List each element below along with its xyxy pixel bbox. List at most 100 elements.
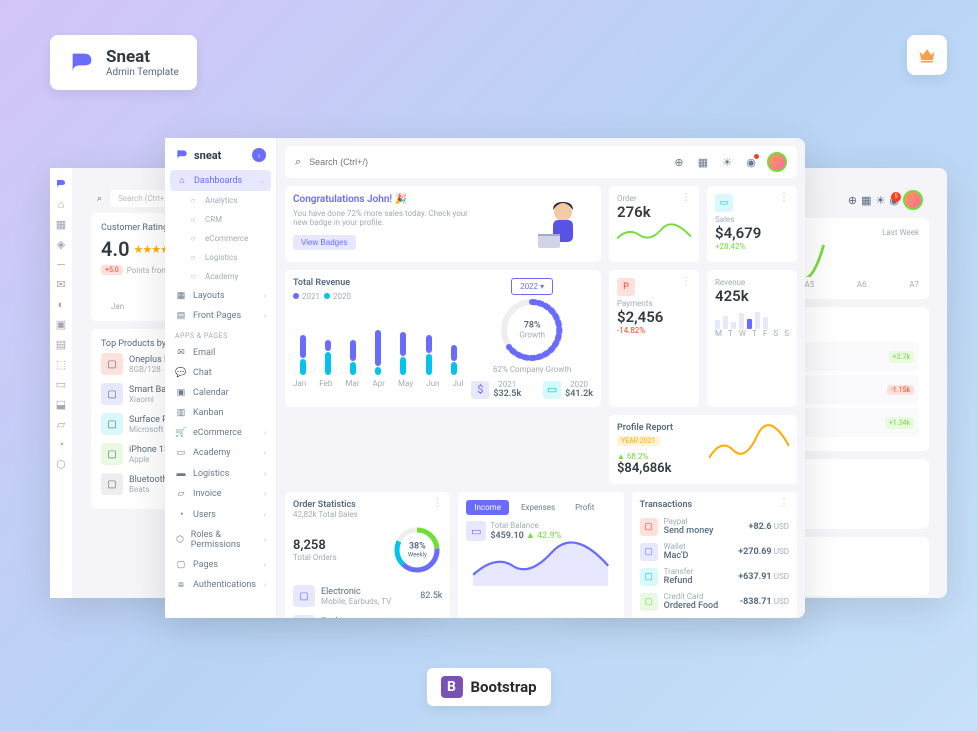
more-icon[interactable]: ⋮	[681, 192, 691, 203]
sidebar-section: APPS & PAGES	[165, 326, 276, 343]
payments-delta: -14.82%	[617, 326, 691, 335]
order-donut: 38%Weekly	[392, 525, 442, 575]
wallet-icon: ▭	[715, 194, 733, 212]
sidebar-item-academy[interactable]: ▭Academy›	[165, 443, 276, 463]
sidebar-item-layouts[interactable]: ▦Layouts›	[165, 286, 276, 306]
sidebar-item-ecommerce[interactable]: ○eCommerce	[165, 229, 276, 248]
profile-sparkline	[709, 423, 789, 473]
cart-icon[interactable]: ⬚	[55, 358, 67, 370]
transaction-row: ▢WalletMac'D+270.69 USD	[640, 539, 789, 564]
tab-expenses[interactable]: Expenses	[513, 500, 563, 515]
bell-icon[interactable]: ◉	[743, 154, 759, 170]
kanban-icon[interactable]: ▤	[55, 338, 67, 350]
main-dashboard: sneat ‹ ⌂Dashboards⌄○Analytics○CRM○eComm…	[165, 138, 805, 618]
more-icon[interactable]: ⋮	[432, 498, 442, 509]
more-icon[interactable]: ⋮	[681, 276, 691, 287]
company-growth: 62% Company Growth	[471, 365, 593, 374]
sidebar: sneat ‹ ⌂Dashboards⌄○Analytics○CRM○eComm…	[165, 138, 277, 618]
tab-income[interactable]: Income	[466, 500, 509, 515]
month-label: Feb	[319, 379, 332, 388]
sidebar-item-kanban[interactable]: ▥Kanban	[165, 403, 276, 423]
sneat-icon	[175, 148, 189, 162]
congrats-card: Congratulations John! 🎉 You have done 72…	[285, 186, 601, 262]
bell-icon[interactable]: ◉5	[889, 194, 899, 207]
main-content: ⌕ ⊕ ▦ ☀ ◉ Congratulations John! 🎉 You ha…	[277, 138, 805, 618]
order-statistics-card: ⋮ Order Statistics 42,82k Total Sales 8,…	[285, 492, 450, 618]
revenue-value: 425k	[715, 287, 789, 305]
order-label: Order	[617, 194, 691, 203]
sidebar-item-calendar[interactable]: ▣Calendar	[165, 383, 276, 403]
profile-report-value: $84,686k	[617, 461, 673, 476]
rating-delta: +5.0	[101, 265, 123, 275]
y21-label: 2021	[493, 380, 521, 389]
order-stats-title: Order Statistics	[293, 500, 442, 510]
sidebar-collapse-button[interactable]: ‹	[252, 148, 266, 162]
user-avatar[interactable]	[767, 152, 787, 172]
weekday-label: T	[728, 329, 733, 338]
month-label: Jun	[426, 379, 439, 388]
sidebar-item-ecommerce[interactable]: 🛒eCommerce›	[165, 423, 276, 443]
sales-label: Sales	[715, 215, 789, 224]
book-icon[interactable]: ▭	[55, 378, 67, 390]
calendar-icon[interactable]: ▣	[55, 318, 67, 330]
layout-icon[interactable]: ▦	[55, 218, 67, 230]
grid-icon[interactable]: ▦	[861, 194, 871, 207]
weekday-label: M	[715, 329, 722, 338]
home-icon[interactable]: ⌂	[55, 198, 67, 210]
y20-value: $41.2k	[565, 389, 593, 399]
month-label: Apr	[373, 379, 385, 388]
sidebar-item-authentications[interactable]: ⧈Authentications›	[165, 575, 276, 595]
more-icon[interactable]: ⋮	[779, 498, 789, 509]
grid-icon[interactable]: ▦	[695, 154, 711, 170]
sidebar-item-logistics[interactable]: ○Logistics	[165, 248, 276, 267]
sidebar-item-chat[interactable]: 💬Chat	[165, 363, 276, 383]
shield-icon[interactable]: ⬡	[55, 458, 67, 470]
file-icon[interactable]: ◈	[55, 238, 67, 250]
bootstrap-label: Bootstrap	[470, 678, 536, 696]
weekday-label: W	[739, 329, 746, 338]
sidebar-item-logistics[interactable]: ▬Logistics›	[165, 463, 276, 484]
sidebar-item-roles-permissions[interactable]: ⬡Roles & Permissions›	[165, 525, 276, 555]
weekday-label: T	[752, 329, 757, 338]
dollar-icon: $	[471, 381, 489, 399]
payments-value: $2,456	[617, 308, 691, 326]
avatar[interactable]	[903, 190, 923, 210]
sidebar-item-analytics[interactable]: ○Analytics	[165, 191, 276, 210]
month-label: Jul	[453, 379, 464, 388]
year-dropdown[interactable]: 2022 ▾	[511, 278, 553, 295]
globe-icon[interactable]: ⊕	[671, 154, 687, 170]
sidebar-item-academy[interactable]: ○Academy	[165, 267, 276, 286]
search-icon: ⌕	[97, 194, 102, 204]
sidebar-item-front-pages[interactable]: ▤Front Pages›	[165, 306, 276, 326]
income-card: Income Expenses Profit ▭ Total Balance $…	[458, 492, 623, 618]
invoice-icon[interactable]: ▱	[55, 418, 67, 430]
sidebar-item-crm[interactable]: ○CRM	[165, 210, 276, 229]
sidebar-item-email[interactable]: ✉Email	[165, 343, 276, 363]
more-icon[interactable]: ⋮	[779, 192, 789, 203]
growth-pct: 78%	[519, 321, 545, 331]
month-label: May	[398, 379, 413, 388]
view-badges-button[interactable]: View Badges	[293, 235, 356, 250]
sun-icon[interactable]: ☀	[876, 194, 886, 207]
chat-icon[interactable]: ◐	[55, 298, 67, 310]
sidebar-item-dashboards[interactable]: ⌂Dashboards⌄	[170, 170, 271, 191]
dash-icon[interactable]: ─	[55, 258, 67, 270]
truck-icon[interactable]: ⬓	[55, 398, 67, 410]
globe-icon[interactable]: ⊕	[848, 194, 857, 207]
search-input[interactable]	[309, 157, 663, 167]
sidebar-item-invoice[interactable]: ▱Invoice›	[165, 484, 276, 504]
sidebar-item-users[interactable]: ◔Users›	[165, 504, 276, 525]
tab-profit[interactable]: Profit	[567, 500, 602, 515]
user-icon[interactable]: ◔	[55, 438, 67, 450]
sneat-logo-icon	[68, 49, 96, 77]
mail-icon[interactable]: ✉	[55, 278, 67, 290]
sidebar-item-pages[interactable]: ▢Pages›	[165, 555, 276, 575]
payments-label: Payments	[617, 299, 691, 308]
revenue-title: Total Revenue	[293, 278, 463, 288]
sales-delta: +28.42%	[715, 242, 789, 251]
products-title: Top Products by	[101, 339, 166, 349]
balance-label: Total Balance	[490, 521, 561, 530]
sun-icon[interactable]: ☀	[719, 154, 735, 170]
weekday-label: F	[763, 329, 767, 338]
month-label: Jan	[293, 379, 306, 388]
